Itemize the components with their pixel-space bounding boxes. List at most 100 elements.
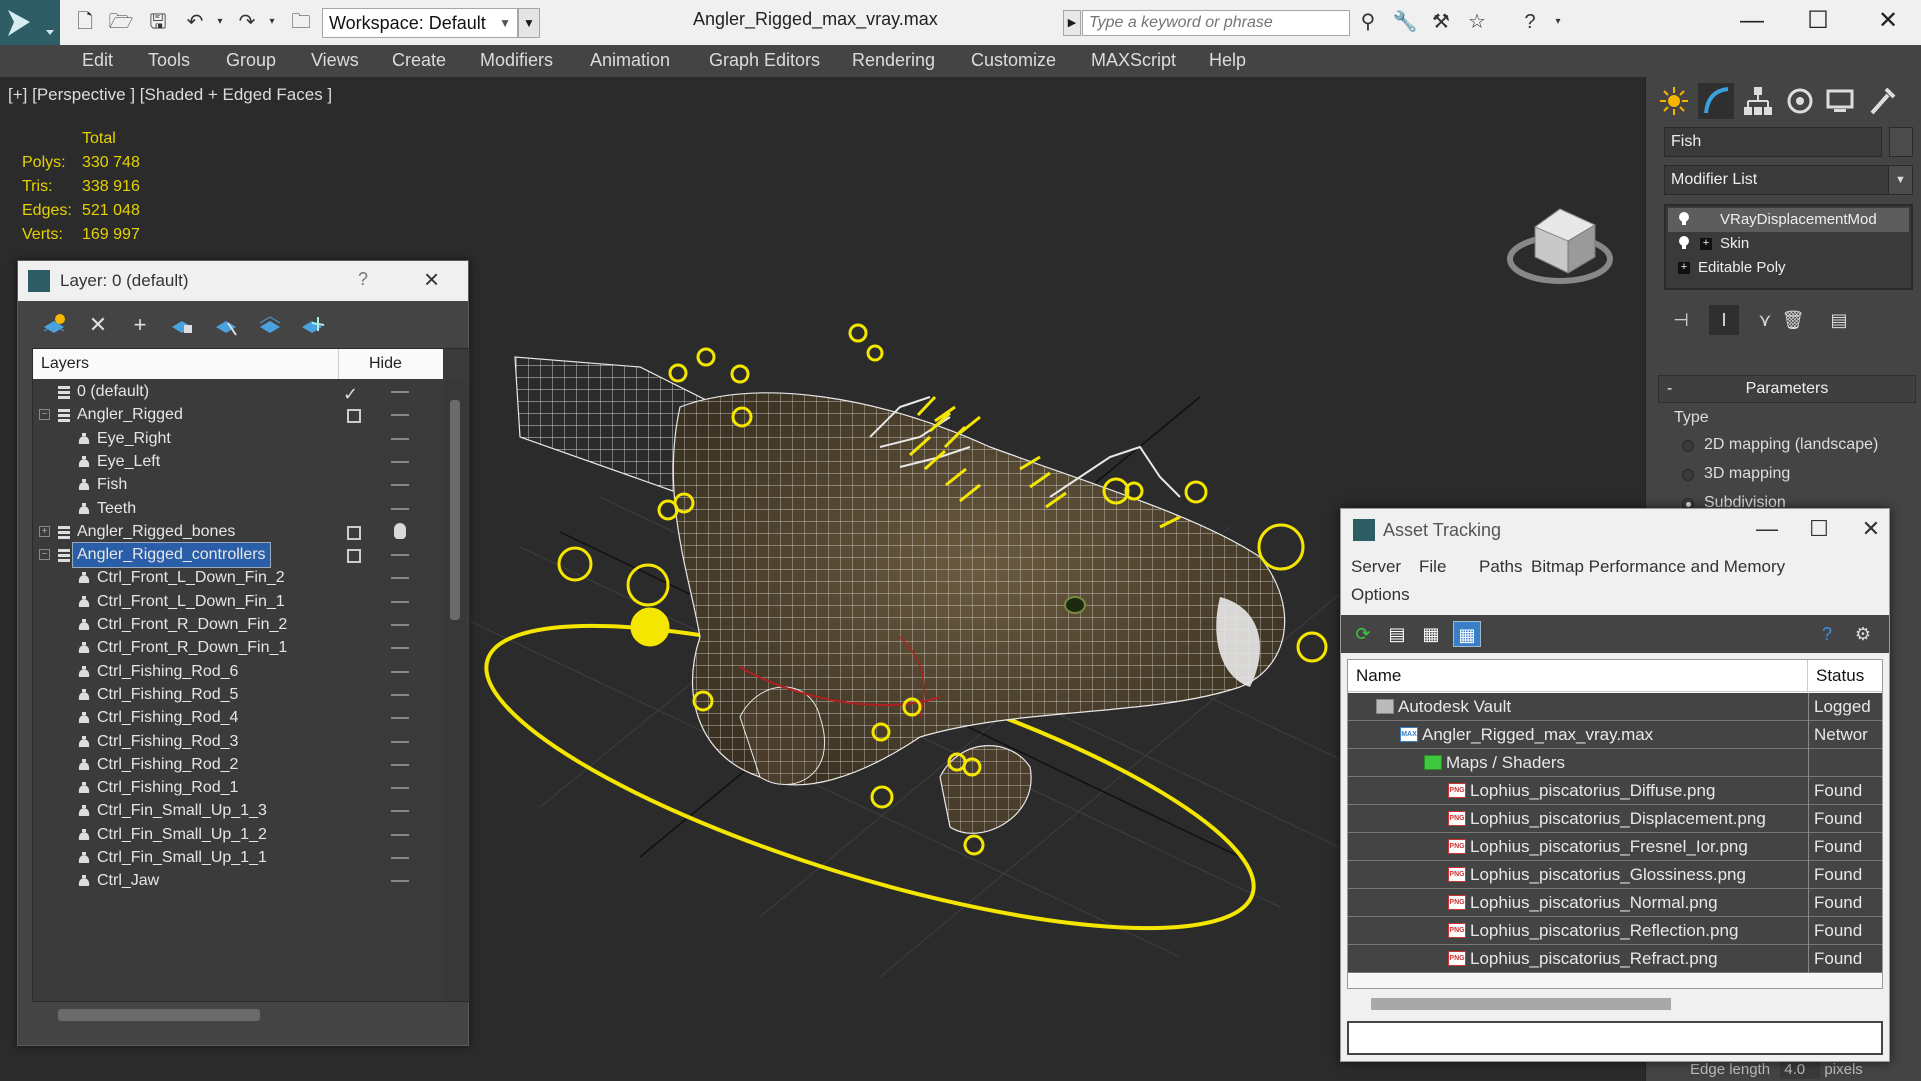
minimize-button[interactable]: —	[1728, 4, 1776, 38]
lightbulb-icon[interactable]	[1678, 236, 1690, 250]
object-row[interactable]: Ctrl_Front_R_Down_Fin_1	[33, 636, 440, 660]
help-icon[interactable]: ?	[358, 269, 368, 290]
layer-name[interactable]: Eye_Right	[93, 427, 175, 451]
layer-dialog-titlebar[interactable]: Layer: 0 (default) ? ×	[18, 261, 468, 301]
minimize-button[interactable]: —	[1747, 513, 1787, 545]
stack-item-skin[interactable]: + Skin	[1668, 232, 1909, 256]
menu-server[interactable]: Server	[1351, 557, 1401, 577]
create-tab-icon[interactable]	[1656, 83, 1692, 119]
lightbulb-icon[interactable]	[394, 522, 406, 539]
layer-name[interactable]: Eye_Left	[93, 450, 164, 474]
set-current-layer-box[interactable]	[347, 409, 361, 424]
scroll-thumb[interactable]	[58, 1009, 260, 1021]
menu-options[interactable]: Options	[1351, 585, 1410, 605]
object-row[interactable]: Eye_Right	[33, 427, 440, 451]
open-file-icon[interactable]: 🗁	[108, 10, 134, 34]
hide-toggle[interactable]	[391, 787, 409, 790]
maximize-button[interactable]: ☐	[1794, 4, 1842, 38]
remove-modifier-icon[interactable]: 🗑	[1778, 305, 1808, 335]
menu-graph-editors[interactable]: Graph Editors	[709, 50, 820, 71]
maximize-button[interactable]: ☐	[1799, 513, 1839, 545]
delete-layer-icon[interactable]: ✕	[84, 311, 112, 339]
asset-row[interactable]: PNG Lophius_piscatorius_Normal.png Found	[1348, 889, 1882, 917]
favorites-star-icon[interactable]: ☆	[1464, 10, 1490, 34]
highlight-selected-icon[interactable]	[212, 311, 240, 339]
menu-maxscript[interactable]: MAXScript	[1091, 50, 1176, 71]
binoculars-icon[interactable]: ⚲	[1355, 10, 1381, 34]
hide-unhide-layers-icon[interactable]	[256, 311, 284, 339]
hide-toggle[interactable]	[391, 414, 409, 417]
layer-horizontal-scrollbar[interactable]	[44, 1003, 454, 1025]
hide-toggle[interactable]	[391, 391, 409, 393]
col-header-status[interactable]: Status	[1808, 660, 1882, 692]
scroll-thumb[interactable]	[450, 400, 460, 620]
layer-name[interactable]: Ctrl_Fishing_Rod_2	[93, 753, 242, 777]
asset-row[interactable]: PNG Lophius_piscatorius_Refract.png Found	[1348, 945, 1882, 973]
object-row[interactable]: Ctrl_Fishing_Rod_6	[33, 660, 440, 684]
asset-row[interactable]: PNG Lophius_piscatorius_Displacement.png F…	[1348, 805, 1882, 833]
object-row[interactable]: Ctrl_Front_R_Down_Fin_2	[33, 613, 440, 637]
redo-dropdown-icon[interactable]: ▾	[259, 10, 285, 34]
menu-customize[interactable]: Customize	[971, 50, 1056, 71]
asset-row[interactable]: Maps / Shaders	[1348, 749, 1882, 777]
layer-vertical-scrollbar[interactable]	[444, 380, 466, 1001]
search-expand-button[interactable]: ▶	[1063, 10, 1081, 36]
object-row[interactable]: Teeth	[33, 497, 440, 521]
hide-toggle[interactable]	[391, 763, 409, 766]
hide-toggle[interactable]	[391, 647, 409, 650]
menu-bitmap-performance[interactable]: Bitmap Performance and Memory	[1531, 557, 1785, 577]
utilities-tab-icon[interactable]	[1864, 83, 1900, 119]
layer-name[interactable]: Ctrl_Front_L_Down_Fin_2	[93, 566, 289, 590]
viewport-label-menu[interactable]: [+] [Perspective ] [Shaded + Edged Faces…	[8, 85, 332, 105]
create-layer-icon[interactable]	[40, 311, 68, 339]
layer-name[interactable]: Ctrl_Front_L_Down_Fin_1	[93, 590, 289, 614]
menu-animation[interactable]: Animation	[590, 50, 670, 71]
hide-toggle[interactable]	[391, 554, 409, 557]
radio-button[interactable]	[1682, 469, 1694, 481]
col-header-layers[interactable]: Layers	[33, 349, 339, 379]
hide-toggle[interactable]	[391, 507, 409, 510]
layer-name[interactable]: Ctrl_Front_R_Down_Fin_1	[93, 636, 291, 660]
redo-icon[interactable]: ↷	[234, 10, 260, 34]
hide-toggle[interactable]	[391, 833, 409, 836]
asset-row[interactable]: PNG Lophius_piscatorius_Fresnel_Ior.png Fo…	[1348, 833, 1882, 861]
object-row[interactable]: Ctrl_Front_L_Down_Fin_1	[33, 590, 440, 614]
object-row[interactable]: Ctrl_Fishing_Rod_4	[33, 706, 440, 730]
menu-edit[interactable]: Edit	[82, 50, 113, 71]
object-name-field[interactable]: Fish	[1664, 127, 1882, 157]
make-unique-icon[interactable]: ⋎	[1750, 305, 1780, 335]
hide-toggle[interactable]	[391, 577, 409, 580]
object-row[interactable]: Ctrl_Fin_Small_Up_1_3	[33, 799, 440, 823]
object-row[interactable]: Ctrl_Front_L_Down_Fin_2	[33, 566, 440, 590]
hide-toggle[interactable]	[391, 670, 409, 673]
hide-toggle[interactable]	[391, 437, 409, 440]
layer-name[interactable]: Ctrl_Fishing_Rod_1	[93, 776, 242, 800]
modifier-list-dropdown[interactable]: Modifier List ▼	[1664, 165, 1913, 195]
hide-toggle[interactable]	[391, 740, 409, 743]
hierarchy-tab-icon[interactable]	[1740, 83, 1776, 119]
asset-row[interactable]: PNG Lophius_piscatorius_Glossiness.png Fou…	[1348, 861, 1882, 889]
col-header-name[interactable]: Name	[1348, 660, 1808, 692]
layer-name[interactable]: Ctrl_Jaw	[93, 869, 163, 893]
menu-help[interactable]: Help	[1209, 50, 1246, 71]
hide-toggle[interactable]	[391, 880, 409, 883]
menu-create[interactable]: Create	[392, 50, 446, 71]
hide-toggle[interactable]	[391, 484, 409, 487]
object-row[interactable]: Ctrl_Fishing_Rod_3	[33, 730, 440, 754]
stack-item-editable-poly[interactable]: + Editable Poly	[1668, 256, 1909, 280]
asset-row[interactable]: MAX Angler_Rigged_max_vray.max Networ	[1348, 721, 1882, 749]
layer-name[interactable]: Ctrl_Fishing_Rod_6	[93, 660, 242, 684]
expand-plus-icon[interactable]: +	[1678, 262, 1690, 274]
object-row[interactable]: Ctrl_Jaw	[33, 869, 440, 893]
close-icon[interactable]: ×	[424, 264, 439, 295]
layer-name[interactable]: Ctrl_Fin_Small_Up_1_2	[93, 823, 271, 847]
show-end-result-icon[interactable]: Ⅰ	[1709, 305, 1739, 335]
object-row[interactable]: Fish	[33, 473, 440, 497]
freeze-unfreeze-layers-icon[interactable]	[298, 311, 326, 339]
close-button[interactable]: ✕	[1851, 513, 1891, 545]
list-view-icon[interactable]: ▤	[1383, 621, 1411, 647]
refresh-icon[interactable]: ⟳	[1349, 621, 1377, 647]
thumbnail-view-icon[interactable]: ▦	[1417, 621, 1445, 647]
layer-name[interactable]: 0 (default)	[73, 380, 153, 404]
view-cube[interactable]	[1507, 208, 1613, 284]
